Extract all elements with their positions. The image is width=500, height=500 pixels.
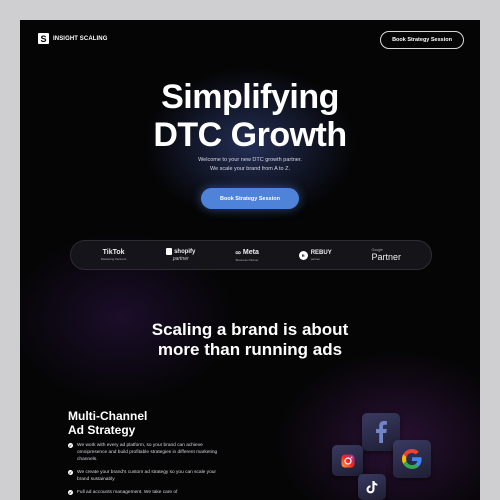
meta-infinity-icon: ∞ (235, 248, 241, 257)
landing-page: S INSIGHT SCALING Book Strategy Session … (20, 20, 480, 500)
check-icon: ✓ (68, 470, 73, 475)
logo-mark-icon: S (38, 33, 49, 44)
section-title: Scaling a brand is about more than runni… (20, 320, 480, 360)
hero-subtitle-line-2: We scale your brand from A to Z. (210, 166, 290, 172)
feature-list-item: ✓ We work with every ad platform, so you… (68, 442, 228, 463)
check-icon: ✓ (68, 443, 73, 448)
hero-title-line-2: DTC Growth (153, 116, 347, 154)
partner-tiktok: TikTok Marketing Partners (101, 249, 126, 261)
hero-book-strategy-button[interactable]: Book Strategy Session (201, 188, 299, 209)
hero-subtitle-line-1: Welcome to your new DTC growth partner. (198, 157, 302, 163)
shopify-bag-icon (166, 248, 173, 255)
section-title-line-2: more than running ads (157, 340, 343, 359)
brand-logo[interactable]: S INSIGHT SCALING (38, 33, 108, 44)
partner-google: Google Partner (372, 248, 402, 262)
partner-shopify: shopify partner (166, 248, 195, 262)
partner-meta-name: Meta (242, 249, 259, 256)
partner-google-name: Partner (371, 252, 402, 262)
partner-logos-bar: TikTok Marketing Partners shopify partne… (70, 240, 432, 270)
instagram-icon (332, 445, 363, 476)
hero-title-line-1: Simplifying (161, 78, 339, 116)
check-icon: ✓ (68, 490, 73, 495)
nav-book-strategy-button[interactable]: Book Strategy Session (380, 31, 464, 49)
feature-list-item: ✓ Full ad accounts management. We take c… (68, 489, 228, 496)
partner-meta-sub: Business Partner (235, 258, 259, 262)
feature-title: Multi-Channel Ad Strategy (68, 409, 147, 437)
rebuy-logo-icon: R (298, 250, 308, 260)
partner-shopify-name: shopify (174, 248, 196, 255)
feature-title-line-1: Multi-Channel (68, 409, 148, 423)
feature-item-text: Full ad accounts management. We take car… (77, 490, 178, 495)
logo-text: INSIGHT SCALING (53, 35, 108, 42)
feature-list: ✓ We work with every ad platform, so you… (68, 442, 228, 500)
partner-meta: ∞ Meta Business Partner (235, 248, 259, 262)
feature-item-text: We work with every ad platform, so your … (77, 443, 218, 462)
tiktok-icon (358, 474, 386, 500)
top-nav: S INSIGHT SCALING Book Strategy Session (20, 20, 480, 60)
partner-tiktok-sub: Marketing Partners (100, 257, 127, 261)
partner-rebuy: R REBUY partner (298, 249, 332, 261)
feature-list-item: ✓ We create your brand’s custom ad strat… (68, 469, 228, 483)
hero-title: Simplifying DTC Growth (20, 78, 480, 154)
partner-tiktok-name: TikTok (102, 249, 125, 256)
google-icon (393, 440, 431, 478)
feature-title-line-2: Ad Strategy (68, 423, 136, 437)
hero-subtitle: Welcome to your new DTC growth partner. … (20, 156, 480, 174)
partner-rebuy-name: REBUY (310, 249, 332, 256)
feature-item-text: We create your brand’s custom ad strateg… (77, 470, 217, 482)
partner-shopify-sub: partner (172, 256, 189, 262)
partner-rebuy-sub: partner (310, 256, 321, 261)
section-title-line-1: Scaling a brand is about (151, 320, 349, 339)
